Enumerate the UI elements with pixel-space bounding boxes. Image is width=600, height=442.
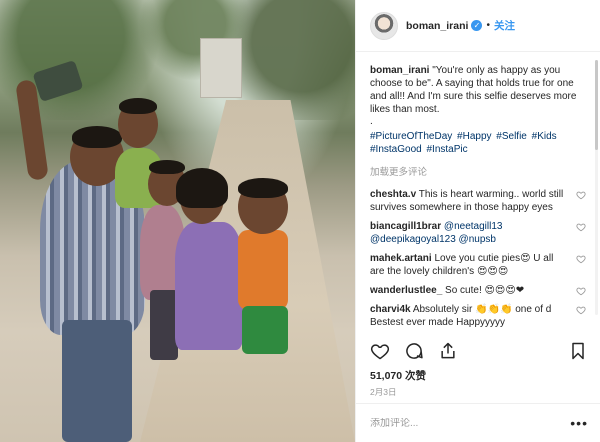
header-separator: • xyxy=(486,20,490,31)
post-panel: boman_irani ✓ • 关注 boman_irani "You're o… xyxy=(355,0,600,442)
heart-icon[interactable] xyxy=(370,341,390,361)
comment-username[interactable]: mahek.artani xyxy=(370,253,432,264)
photo-child-legs xyxy=(62,320,132,442)
add-comment-bar: ••• xyxy=(356,403,600,442)
list-item: cheshta.v This is heart warming.. world … xyxy=(370,188,586,214)
hashtag-link[interactable]: #Happy xyxy=(457,131,491,142)
hashtag-link[interactable]: #InstaGood xyxy=(370,144,422,155)
follow-button[interactable]: 关注 xyxy=(494,18,515,33)
post-actions xyxy=(370,338,588,364)
hashtag-link[interactable]: #Selfie xyxy=(496,131,527,142)
heart-icon[interactable] xyxy=(576,286,586,296)
photo-child-legs xyxy=(150,290,178,360)
photo-child-orange-vest xyxy=(238,230,288,310)
photo-child-hair xyxy=(119,98,157,114)
list-item: wanderlustlee_ So cute! 😍😍😍❤ xyxy=(370,284,586,297)
comments-list[interactable]: boman_irani "You're only as happy as you… xyxy=(356,52,600,337)
comment-input[interactable] xyxy=(370,417,571,429)
hashtag-link[interactable]: #PictureOfTheDay xyxy=(370,131,452,142)
comment-text: cheshta.v This is heart warming.. world … xyxy=(370,188,576,214)
comment-body: So cute! 😍😍😍❤ xyxy=(442,285,525,296)
comment-username[interactable]: biancagill1brar xyxy=(370,221,441,232)
comment-text: mahek.artani Love you cutie pies😍 U all … xyxy=(370,252,576,278)
list-item: mahek.artani Love you cutie pies😍 U all … xyxy=(370,252,586,278)
post-date: 2月3日 xyxy=(370,387,397,397)
heart-icon[interactable] xyxy=(576,254,586,264)
comment-username[interactable]: cheshta.v xyxy=(370,189,416,200)
caption-dot: . xyxy=(370,116,373,127)
list-item: charvi4k Absolutely sir 👏👏👏 one of d Bes… xyxy=(370,303,586,329)
share-icon[interactable] xyxy=(438,341,458,361)
load-more-comments-link[interactable]: 加载更多评论 xyxy=(370,164,586,178)
more-options-icon[interactable]: ••• xyxy=(570,415,588,431)
photo-child-hair xyxy=(72,126,122,148)
post-photo[interactable] xyxy=(0,0,355,442)
photo-child-hair xyxy=(238,178,288,198)
photo-house xyxy=(200,38,242,98)
hashtag-link[interactable]: #Kids xyxy=(532,131,557,142)
heart-icon[interactable] xyxy=(576,222,586,232)
hashtag-list: #PictureOfTheDay #Happy #Selfie #Kids #I… xyxy=(370,130,586,156)
bookmark-icon[interactable] xyxy=(568,341,588,361)
comment-icon[interactable] xyxy=(404,341,424,361)
photo-trees xyxy=(0,0,355,120)
comment-username[interactable]: wanderlustlee_ xyxy=(370,285,442,296)
photo-child-hair xyxy=(176,168,228,208)
photo-child-purple-dress xyxy=(175,222,243,350)
heart-icon[interactable] xyxy=(576,190,586,200)
likes-count[interactable]: 51,070 次赞 xyxy=(370,368,426,383)
post-caption: boman_irani "You're only as happy as you… xyxy=(370,64,586,116)
scrollbar-thumb[interactable] xyxy=(595,60,598,150)
list-item: biancagill1brar @neetagill13 @deepikagoy… xyxy=(370,220,586,246)
caption-username[interactable]: boman_irani xyxy=(370,65,429,76)
comment-text: charvi4k Absolutely sir 👏👏👏 one of d Bes… xyxy=(370,303,576,329)
comment-text: biancagill1brar @neetagill13 @deepikagoy… xyxy=(370,220,576,246)
hashtag-link[interactable]: #InstaPic xyxy=(427,144,468,155)
post-header: boman_irani ✓ • 关注 xyxy=(356,0,600,52)
verified-badge-icon: ✓ xyxy=(471,20,483,31)
photo-child-hair xyxy=(149,160,185,174)
heart-icon[interactable] xyxy=(576,305,586,315)
avatar[interactable] xyxy=(370,11,398,40)
photo-child-green-shorts xyxy=(242,306,288,354)
comment-username[interactable]: charvi4k xyxy=(370,304,411,315)
comments-scrollbar[interactable] xyxy=(595,60,598,315)
post-username[interactable]: boman_irani xyxy=(406,20,468,32)
comment-text: wanderlustlee_ So cute! 😍😍😍❤ xyxy=(370,284,576,297)
